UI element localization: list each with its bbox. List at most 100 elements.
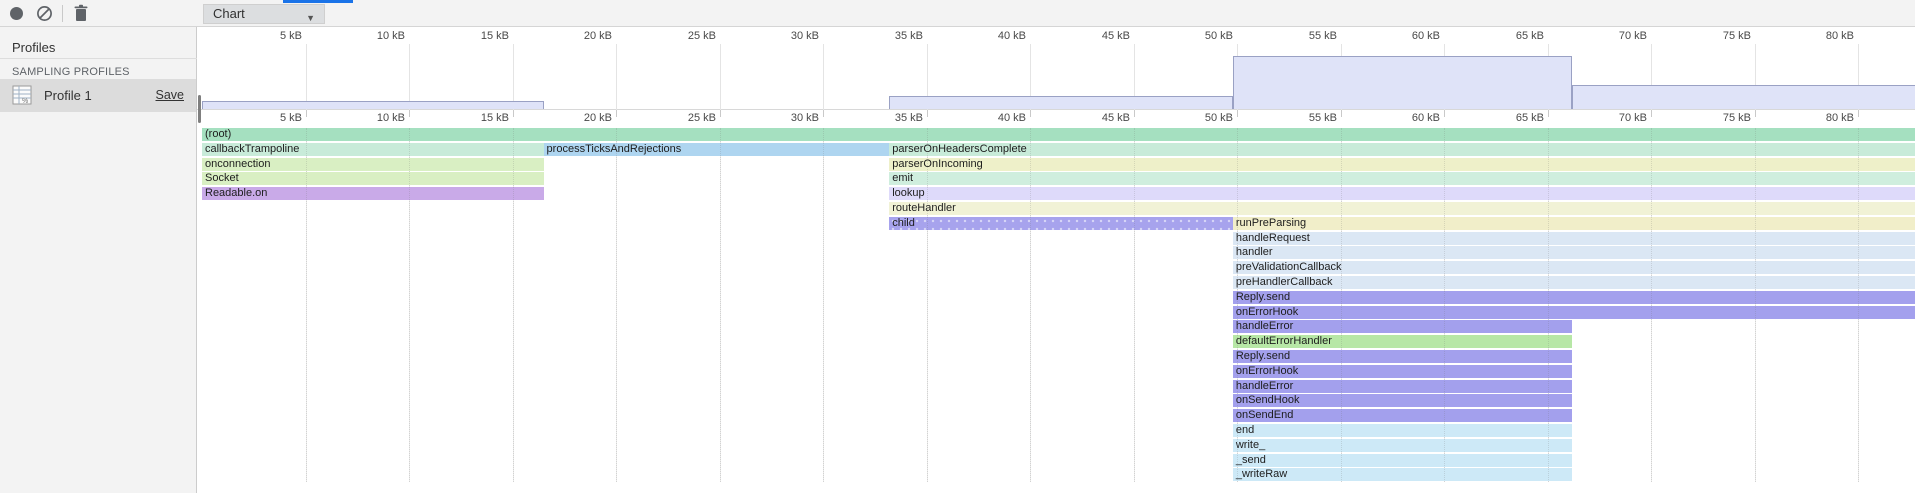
flame-frame-onsendhook[interactable]: onSendHook xyxy=(1233,394,1572,407)
ruler-tick-label: 25 kB xyxy=(656,112,716,124)
ruler-tick-label: 50 kB xyxy=(1173,112,1233,124)
ruler-tick-label: 40 kB xyxy=(966,112,1026,124)
profile-name: Profile 1 xyxy=(44,88,92,103)
ruler-tick xyxy=(1237,110,1238,117)
sidebar: Profiles SAMPLING PROFILES % Profile 1 S… xyxy=(0,27,197,493)
ruler-tick xyxy=(823,110,824,117)
ruler-tick-label: 75 kB xyxy=(1691,112,1751,124)
overview-tick-label: 55 kB xyxy=(1277,30,1337,42)
flame-frame-lookup[interactable]: lookup xyxy=(889,187,1915,200)
toolbar-divider xyxy=(62,5,63,22)
flame-gridline-overlay xyxy=(927,128,928,482)
flame-gridline-overlay xyxy=(1858,128,1859,482)
active-tab-indicator xyxy=(283,0,353,3)
overview-tick-label: 40 kB xyxy=(966,30,1026,42)
sidebar-divider xyxy=(0,58,197,59)
ruler-tick xyxy=(1858,110,1859,117)
flame-frame-parseronincoming[interactable]: parserOnIncoming xyxy=(889,158,1915,171)
flame-frame-reply-send[interactable]: Reply.send xyxy=(1233,291,1915,304)
ruler-tick xyxy=(1134,110,1135,117)
flame-gridline-overlay xyxy=(720,128,721,482)
overview-area-step xyxy=(202,101,544,109)
overview-area-step xyxy=(1572,85,1915,109)
ruler-tick-label: 15 kB xyxy=(449,112,509,124)
ruler-tick-label: 20 kB xyxy=(552,112,612,124)
overview-gridline xyxy=(720,44,721,110)
svg-text:%: % xyxy=(22,98,28,105)
overview-tick-label: 5 kB xyxy=(242,30,302,42)
flame-gridline-overlay xyxy=(1548,128,1549,482)
ruler-tick xyxy=(513,110,514,117)
ruler-tick xyxy=(927,110,928,117)
clear-profiles-icon[interactable] xyxy=(36,5,53,22)
overview-bottom-border xyxy=(197,109,1915,110)
flame-gridline-overlay xyxy=(1651,128,1652,482)
ruler-tick xyxy=(1341,110,1342,117)
flame-frame-handleerror[interactable]: handleError xyxy=(1233,320,1572,333)
overview-area-step xyxy=(1233,56,1572,109)
ruler-tick-label: 65 kB xyxy=(1484,112,1544,124)
overview-area-step xyxy=(889,96,1233,109)
flame-frame-handlerequest[interactable]: handleRequest xyxy=(1233,232,1915,245)
flame-frame-defaulterrorhandler[interactable]: defaultErrorHandler xyxy=(1233,335,1572,348)
flame-frame-reply-send[interactable]: Reply.send xyxy=(1233,350,1572,363)
flame-frame-runpreparsing[interactable]: runPreParsing xyxy=(1233,217,1915,230)
toolbar: Chart ▼ xyxy=(0,0,1915,27)
view-mode-value: Chart xyxy=(213,6,245,21)
flame-frame-send[interactable]: _send xyxy=(1233,454,1572,467)
flame-gridline-overlay xyxy=(409,128,410,482)
flame-frame-write[interactable]: write_ xyxy=(1233,439,1572,452)
overview-tick-label: 50 kB xyxy=(1173,30,1233,42)
delete-profile-icon[interactable] xyxy=(73,4,89,22)
flame-frame-handleerror[interactable]: handleError xyxy=(1233,380,1572,393)
ruler-tick-label: 80 kB xyxy=(1794,112,1854,124)
chevron-down-icon: ▼ xyxy=(306,9,315,27)
overview-tick-label: 80 kB xyxy=(1794,30,1854,42)
ruler-tick xyxy=(1755,110,1756,117)
flame-frame-prehandlercallback[interactable]: preHandlerCallback xyxy=(1233,276,1915,289)
flame-frame-callbacktrampoline[interactable]: callbackTrampoline xyxy=(202,143,544,156)
flame-frame-emit[interactable]: emit xyxy=(889,172,1915,185)
ruler-tick xyxy=(1444,110,1445,117)
ruler-tick xyxy=(616,110,617,117)
flame-frame-readable-on[interactable]: Readable.on xyxy=(202,187,544,200)
sampling-profile-icon: % xyxy=(12,85,32,105)
flame-gridline-overlay xyxy=(513,128,514,482)
ruler-tick xyxy=(1030,110,1031,117)
flame-frame-prevalidationcallback[interactable]: preValidationCallback xyxy=(1233,261,1915,274)
ruler-tick xyxy=(1651,110,1652,117)
overview-gridline xyxy=(616,44,617,110)
sampling-profiles-heading: SAMPLING PROFILES xyxy=(12,66,130,78)
overview-tick-label: 35 kB xyxy=(863,30,923,42)
overview-tick-label: 10 kB xyxy=(345,30,405,42)
ruler-tick xyxy=(306,110,307,117)
flame-frame-child[interactable]: child xyxy=(889,217,1233,230)
flame-frame-root[interactable]: (root) xyxy=(202,128,1915,141)
flame-frame-socket[interactable]: Socket xyxy=(202,172,544,185)
flame-frame-routehandler[interactable]: routeHandler xyxy=(889,202,1915,215)
ruler-tick-label: 10 kB xyxy=(345,112,405,124)
flame-gridline-overlay xyxy=(306,128,307,482)
record-button[interactable] xyxy=(10,7,23,20)
overview-tick-label: 70 kB xyxy=(1587,30,1647,42)
flame-frame-end[interactable]: end xyxy=(1233,424,1572,437)
flame-frame-writeraw[interactable]: _writeRaw xyxy=(1233,468,1572,481)
flame-frame-processticksandrejections[interactable]: processTicksAndRejections xyxy=(544,143,890,156)
ruler-tick-label: 5 kB xyxy=(242,112,302,124)
ruler-tick-label: 70 kB xyxy=(1587,112,1647,124)
save-link[interactable]: Save xyxy=(156,88,185,102)
ruler-tick-label: 35 kB xyxy=(863,112,923,124)
view-mode-select[interactable]: Chart ▼ xyxy=(203,4,325,24)
flame-frame-handler[interactable]: handler xyxy=(1233,246,1915,259)
flame-gridline-overlay xyxy=(1030,128,1031,482)
flame-frame-onconnection[interactable]: onconnection xyxy=(202,158,544,171)
flame-frame-parseronheaderscomplete[interactable]: parserOnHeadersComplete xyxy=(889,143,1915,156)
profiles-title: Profiles xyxy=(12,40,55,55)
flame-frame-onerrorhook[interactable]: onErrorHook xyxy=(1233,365,1572,378)
overview-tick-label: 45 kB xyxy=(1070,30,1130,42)
vertical-scrollbar-thumb[interactable] xyxy=(198,95,201,123)
flame-frame-onsendend[interactable]: onSendEnd xyxy=(1233,409,1572,422)
flame-frame-onerrorhook[interactable]: onErrorHook xyxy=(1233,306,1915,319)
ruler-tick-label: 30 kB xyxy=(759,112,819,124)
sidebar-item-profile-1[interactable]: % Profile 1 Save xyxy=(0,79,196,112)
